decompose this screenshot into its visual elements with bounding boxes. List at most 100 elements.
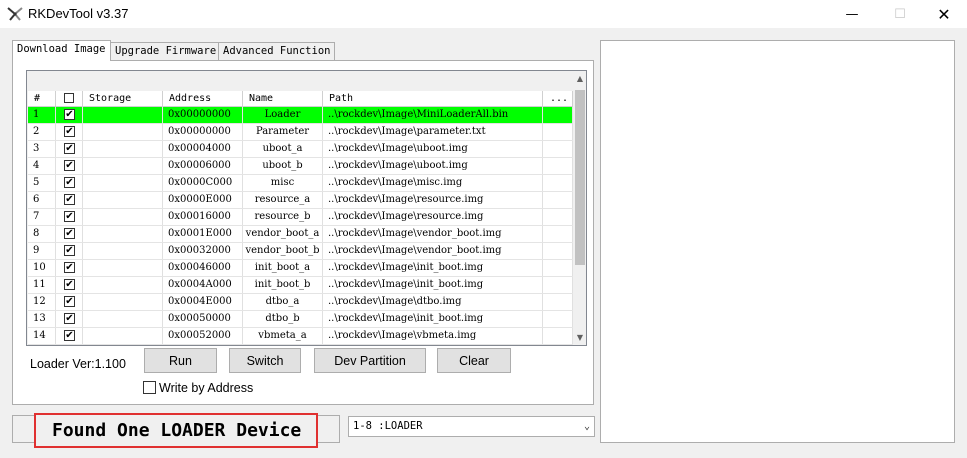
row-name[interactable]: vendor_boot_a [243,226,323,242]
row-browse[interactable] [543,294,573,310]
row-storage[interactable] [83,294,163,310]
row-address[interactable]: 0x00000000 [163,107,243,123]
row-checkbox-cell[interactable]: ✔ [56,158,83,174]
row-checkbox-cell[interactable]: ✔ [56,107,83,123]
row-address[interactable]: 0x00016000 [163,209,243,225]
row-browse[interactable] [543,141,573,157]
row-storage[interactable] [83,124,163,140]
row-storage[interactable] [83,328,163,344]
column-header-browse[interactable]: ... [543,91,573,106]
row-name[interactable]: init_boot_b [243,277,323,293]
table-row[interactable]: 1 ✔ 0x00000000 Loader ..\rockdev\Image\MiniL… [28,107,573,124]
maximize-icon[interactable]: ☐ [877,0,923,28]
row-address[interactable]: 0x00006000 [163,158,243,174]
select-all-checkbox[interactable] [64,93,74,103]
clear-button[interactable]: Clear [437,348,511,373]
row-name[interactable]: vendor_boot_b [243,243,323,259]
column-header-name[interactable]: Name [243,91,323,106]
write-by-address-label[interactable]: Write by Address [159,381,253,395]
row-address[interactable]: 0x00050000 [163,311,243,327]
column-header-select-all[interactable] [56,91,83,106]
scroll-down-icon[interactable]: ▼ [573,331,586,345]
row-address[interactable]: 0x0004A000 [163,277,243,293]
row-checkbox[interactable]: ✔ [64,313,75,324]
table-row[interactable]: 5 ✔ 0x0000C000 misc ..\rockdev\Image\misc.im… [28,175,573,192]
row-name[interactable]: resource_b [243,209,323,225]
dev-partition-button[interactable]: Dev Partition [314,348,426,373]
row-name[interactable]: Parameter [243,124,323,140]
tab-download-image[interactable]: Download Image [12,40,111,61]
row-checkbox[interactable]: ✔ [64,160,75,171]
row-checkbox-cell[interactable]: ✔ [56,226,83,242]
column-header-address[interactable]: Address [163,91,243,106]
row-checkbox[interactable]: ✔ [64,143,75,154]
row-checkbox-cell[interactable]: ✔ [56,243,83,259]
row-name[interactable]: uboot_b [243,158,323,174]
row-name[interactable]: Loader [243,107,323,123]
column-header-storage[interactable]: Storage [83,91,163,106]
table-row[interactable]: 4 ✔ 0x00006000 uboot_b ..\rockdev\Image\uboo… [28,158,573,175]
row-browse[interactable] [543,175,573,191]
row-checkbox-cell[interactable]: ✔ [56,328,83,344]
row-browse[interactable] [543,158,573,174]
write-by-address-option[interactable]: Write by Address [143,380,253,395]
row-address[interactable]: 0x0000C000 [163,175,243,191]
close-icon[interactable]: ✕ [921,0,967,28]
row-checkbox[interactable]: ✔ [64,177,75,188]
row-address[interactable]: 0x00052000 [163,328,243,344]
row-checkbox-cell[interactable]: ✔ [56,209,83,225]
row-path[interactable]: ..\rockdev\Image\init_boot.img [323,260,543,276]
row-checkbox-cell[interactable]: ✔ [56,311,83,327]
table-row[interactable]: 14 ✔ 0x00052000 vbmeta_a ..\rockdev\Image\vb… [28,328,573,345]
row-checkbox-cell[interactable]: ✔ [56,277,83,293]
row-browse[interactable] [543,209,573,225]
row-path[interactable]: ..\rockdev\Image\misc.img [323,175,543,191]
row-address[interactable]: 0x00032000 [163,243,243,259]
row-storage[interactable] [83,260,163,276]
row-checkbox[interactable]: ✔ [64,262,75,273]
row-checkbox[interactable]: ✔ [64,126,75,137]
row-storage[interactable] [83,158,163,174]
table-row[interactable]: 2 ✔ 0x00000000 Parameter ..\rockdev\Image\pa… [28,124,573,141]
row-name[interactable]: init_boot_a [243,260,323,276]
row-path[interactable]: ..\rockdev\Image\uboot.img [323,141,543,157]
run-button[interactable]: Run [144,348,217,373]
row-storage[interactable] [83,192,163,208]
table-row[interactable]: 9 ✔ 0x00032000 vendor_boot_b ..\rockdev\Imag… [28,243,573,260]
row-checkbox[interactable]: ✔ [64,279,75,290]
row-browse[interactable] [543,107,573,123]
row-storage[interactable] [83,311,163,327]
row-path[interactable]: ..\rockdev\Image\vendor_boot.img [323,243,543,259]
row-checkbox[interactable]: ✔ [64,245,75,256]
row-checkbox[interactable]: ✔ [64,109,75,120]
row-path[interactable]: ..\rockdev\Image\vbmeta.img [323,328,543,344]
row-checkbox-cell[interactable]: ✔ [56,124,83,140]
row-path[interactable]: ..\rockdev\Image\parameter.txt [323,124,543,140]
row-checkbox-cell[interactable]: ✔ [56,294,83,310]
row-storage[interactable] [83,226,163,242]
row-address[interactable]: 0x00046000 [163,260,243,276]
row-storage[interactable] [83,277,163,293]
device-select[interactable]: 1-8 :LOADER ⌄ [348,416,595,437]
row-browse[interactable] [543,260,573,276]
write-by-address-checkbox[interactable] [143,381,156,394]
minimize-icon[interactable]: — [829,0,875,28]
row-checkbox-cell[interactable]: ✔ [56,192,83,208]
row-checkbox[interactable]: ✔ [64,211,75,222]
switch-button[interactable]: Switch [229,348,301,373]
table-row[interactable]: 8 ✔ 0x0001E000 vendor_boot_a ..\rockdev\Imag… [28,226,573,243]
row-browse[interactable] [543,192,573,208]
row-name[interactable]: uboot_a [243,141,323,157]
row-checkbox[interactable]: ✔ [64,330,75,341]
row-browse[interactable] [543,226,573,242]
row-checkbox-cell[interactable]: ✔ [56,260,83,276]
row-path[interactable]: ..\rockdev\Image\uboot.img [323,158,543,174]
tab-upgrade-firmware[interactable]: Upgrade Firmware [110,42,222,60]
table-row[interactable]: 3 ✔ 0x00004000 uboot_a ..\rockdev\Image\uboo… [28,141,573,158]
chevron-down-icon[interactable]: ⌄ [584,417,590,436]
table-row[interactable]: 12 ✔ 0x0004E000 dtbo_a ..\rockdev\Image\dtbo… [28,294,573,311]
row-storage[interactable] [83,175,163,191]
log-output-panel[interactable] [600,40,955,443]
row-name[interactable]: misc [243,175,323,191]
vertical-scrollbar[interactable]: ▲ ▼ [573,72,586,345]
